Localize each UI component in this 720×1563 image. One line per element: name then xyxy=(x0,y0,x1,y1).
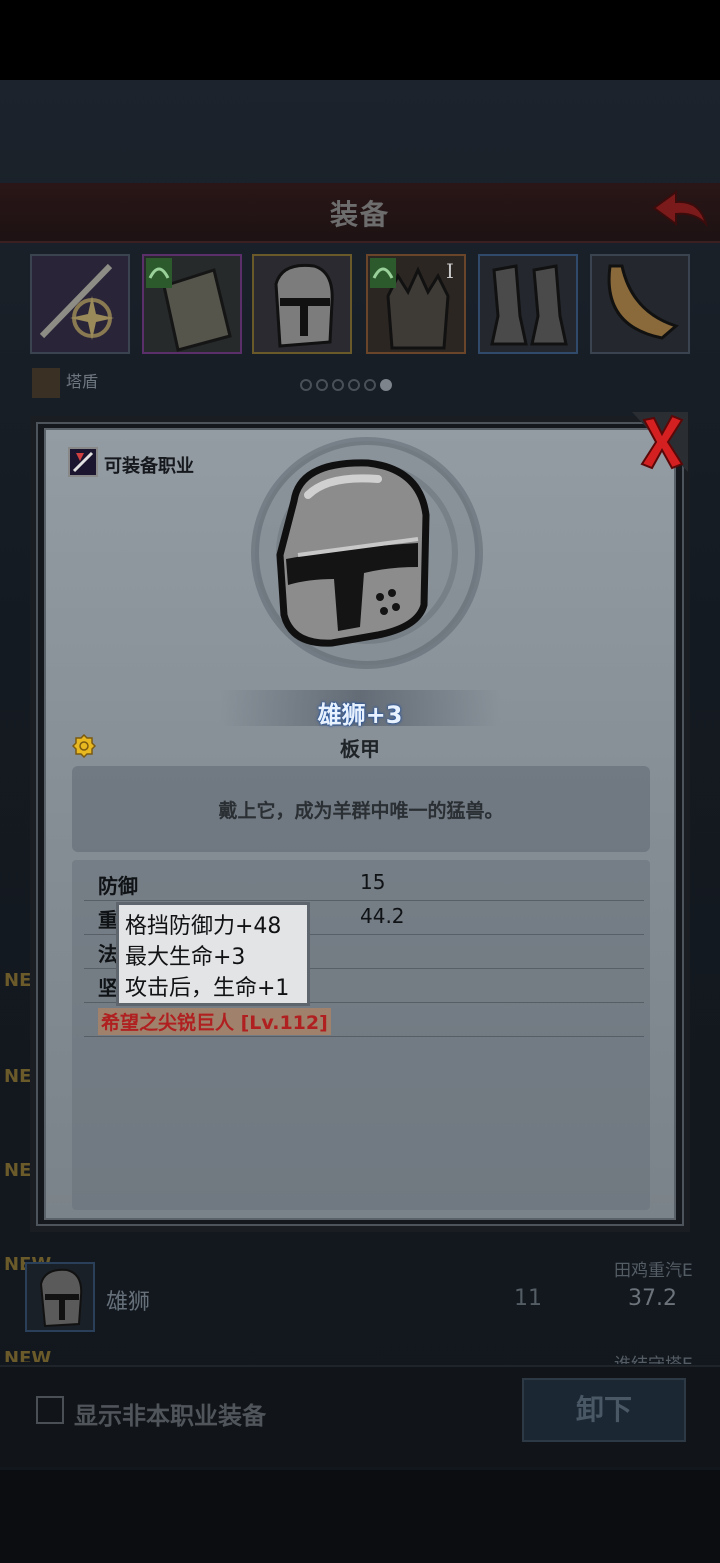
page-dot xyxy=(364,379,376,391)
list-item-subtitle: 田鸡重汽E xyxy=(614,1261,693,1281)
slot-weapon[interactable] xyxy=(30,254,130,354)
page-dot-active xyxy=(380,379,392,391)
tower-shield-class-icon xyxy=(32,368,60,398)
list-item-weight: 37.2 xyxy=(628,1286,677,1311)
tooltip-line: 攻击后，生命+1 xyxy=(125,976,290,1001)
page-dot xyxy=(348,379,360,391)
close-icon[interactable] xyxy=(632,412,688,472)
unequip-button[interactable]: 卸下 xyxy=(522,1378,686,1442)
list-item-subtitle: 谁结守塔E xyxy=(614,1350,693,1364)
spiked-armor-icon: I xyxy=(368,256,464,352)
svg-text:I: I xyxy=(446,259,454,283)
stat-label: 重 xyxy=(98,908,118,932)
armored-boots-icon xyxy=(480,256,576,352)
upgrade-gear-icon[interactable] xyxy=(72,734,96,758)
equippable-class-label[interactable]: 可装备职业 xyxy=(104,452,194,478)
stat-label: 法 xyxy=(98,942,118,966)
show-other-class-label: 显示非本职业装备 xyxy=(74,1402,266,1430)
page-dot xyxy=(316,379,328,391)
slot-helmet[interactable] xyxy=(252,254,352,354)
list-item-name: 雄狮 xyxy=(106,1290,151,1315)
great-helm-icon xyxy=(39,1268,83,1328)
slot-boots[interactable] xyxy=(478,254,578,354)
crossed-tools-icon xyxy=(72,451,94,473)
status-bar xyxy=(0,0,720,80)
set-bonus-tooltip: 格挡防御力+48 最大生命+3 攻击后，生命+1 xyxy=(116,902,310,1006)
stat-row: 防御 15 xyxy=(84,866,644,901)
horn-icon xyxy=(592,256,688,352)
new-tag: NEW xyxy=(4,1348,52,1362)
crossed-swords-emblem-icon xyxy=(32,256,128,352)
list-item-helmet-icon[interactable] xyxy=(25,1262,95,1332)
stat-label: 坚 xyxy=(98,976,118,1000)
show-other-class-checkbox[interactable] xyxy=(36,1396,64,1424)
great-helm-icon xyxy=(276,459,430,647)
list-item-defense: 11 xyxy=(514,1286,542,1311)
page-dot xyxy=(300,379,312,391)
class-icon xyxy=(68,447,98,477)
tooltip-line: 最大生命+3 xyxy=(125,945,246,970)
page-indicator xyxy=(300,376,396,395)
great-helm-icon xyxy=(254,256,350,352)
stat-value: 15 xyxy=(360,870,386,894)
tooltip-line: 格挡防御力+48 xyxy=(125,914,282,939)
item-name: 雄狮+3 xyxy=(317,701,403,729)
page-title: 装备 xyxy=(329,198,390,231)
page-dot xyxy=(332,379,344,391)
set-bonus-label[interactable]: 希望之尖锐巨人 [Lv.112] xyxy=(98,1008,331,1035)
stat-value: 44.2 xyxy=(360,904,405,928)
stat-label: 防御 xyxy=(98,874,138,898)
item-type: 板甲 xyxy=(340,737,380,761)
tower-shield-icon xyxy=(144,256,240,352)
slot-accessory[interactable] xyxy=(590,254,690,354)
back-arrow-icon[interactable] xyxy=(650,188,710,232)
item-description: 戴上它，成为羊群中唯一的猛兽。 xyxy=(218,800,504,822)
slot-shield[interactable] xyxy=(142,254,242,354)
slot-armor[interactable]: I xyxy=(366,254,466,354)
sub-tab-label[interactable]: 塔盾 xyxy=(66,368,98,392)
